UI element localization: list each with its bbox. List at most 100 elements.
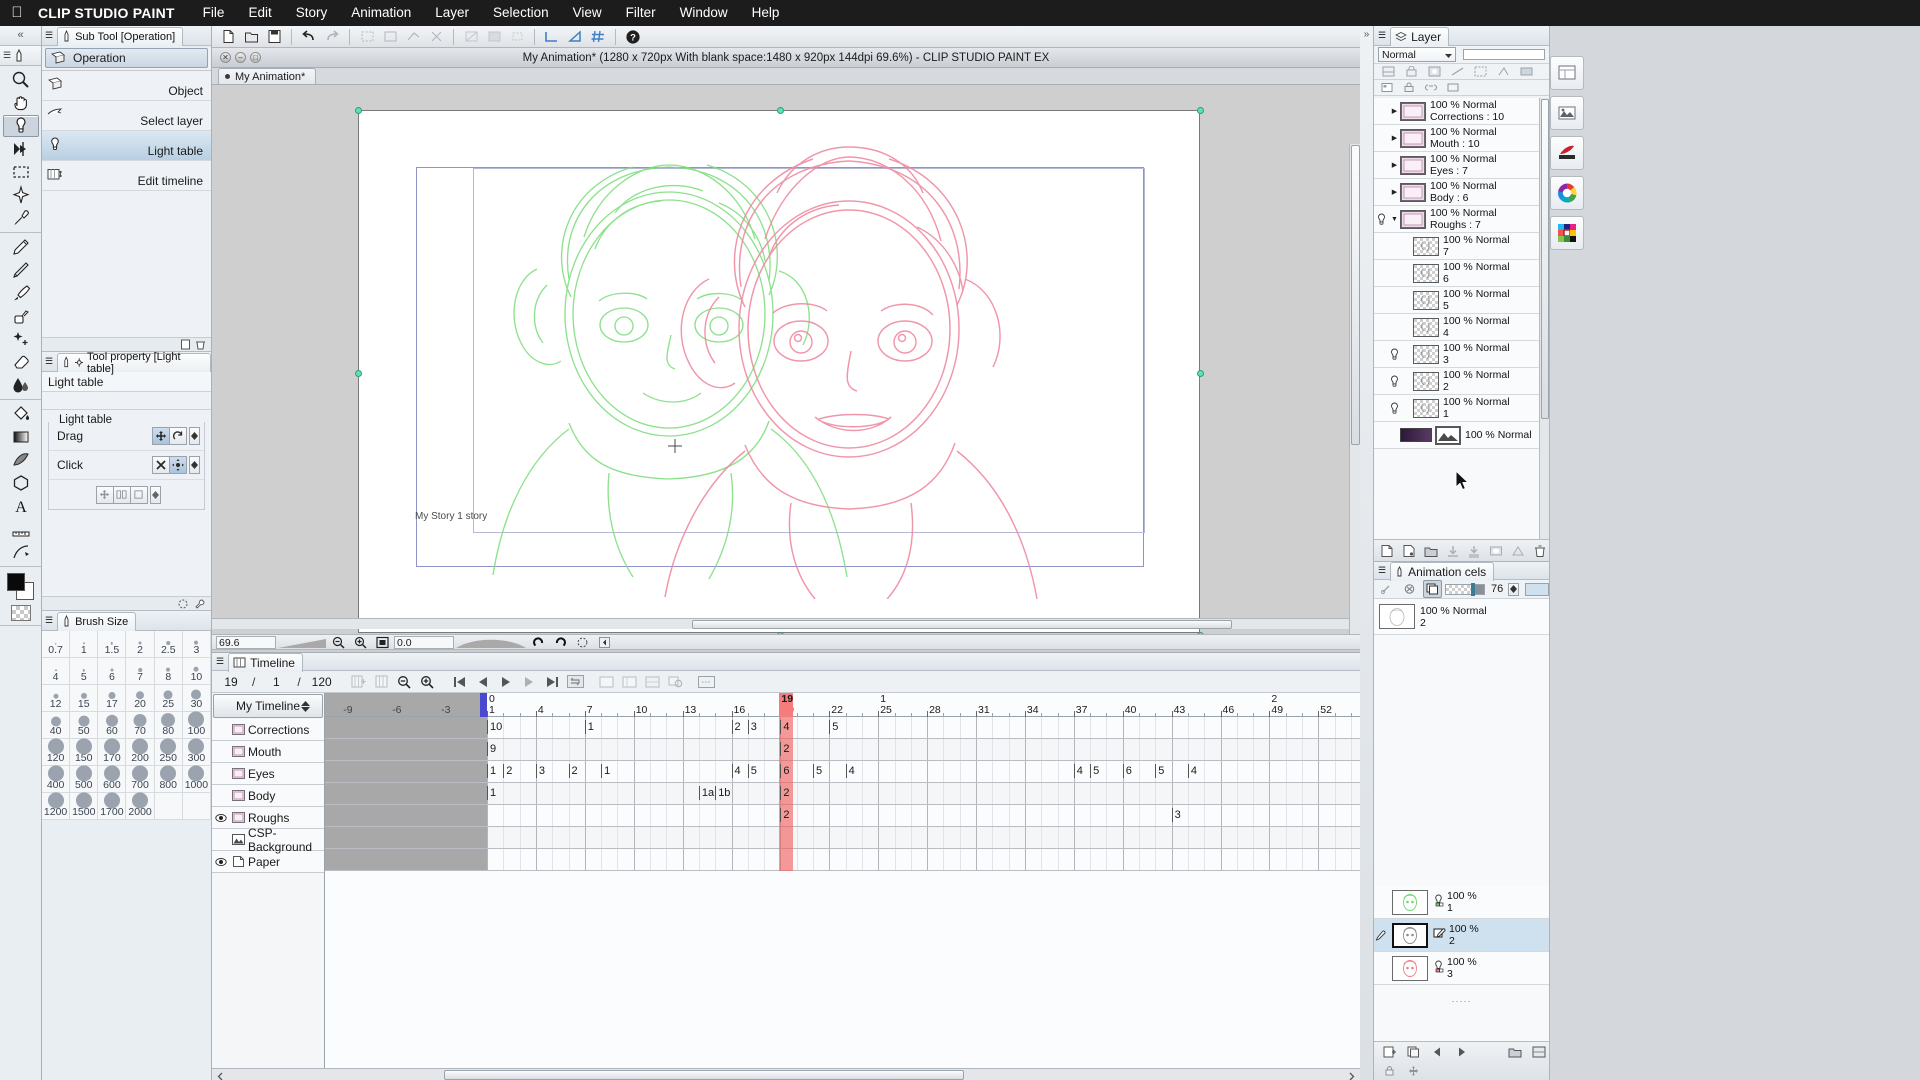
timeline-track-body[interactable]: Body (212, 785, 324, 807)
timeline-cell[interactable]: 1b (715, 786, 730, 800)
delete-subtool-icon[interactable] (195, 339, 206, 350)
ruler-snap-icon[interactable] (542, 28, 562, 46)
tab-timeline[interactable]: Timeline (228, 652, 303, 672)
timeline-playhead-head[interactable]: 19 (779, 693, 794, 717)
timeline-row-roughs[interactable]: 23 (325, 805, 1360, 827)
fit-to-screen-icon[interactable] (372, 633, 392, 651)
brush-size-60[interactable]: 60 (98, 712, 127, 739)
chevron-right-icon[interactable]: ▶ (1389, 134, 1400, 142)
light-table-extra-options[interactable] (95, 485, 161, 504)
brush-size-250[interactable]: 250 (154, 738, 183, 766)
timeline-cell[interactable]: 4 (845, 764, 855, 778)
status-collapse-icon[interactable] (594, 633, 614, 651)
layer-visibility-icon[interactable] (1387, 375, 1402, 388)
timeline-current-frame[interactable]: 19 (220, 675, 242, 689)
light-table-clear-icon[interactable] (1400, 580, 1420, 598)
brush-size-10[interactable]: 10 (182, 658, 211, 685)
zoom-value-field[interactable]: 69.6 (216, 635, 276, 649)
next-cel-icon[interactable] (1451, 1043, 1471, 1061)
brush-size-2.5[interactable]: 2.5 (154, 631, 183, 658)
wrench-icon[interactable] (194, 598, 206, 610)
eyedropper-tool[interactable] (3, 207, 39, 229)
invert-selection-icon[interactable] (403, 28, 423, 46)
zoom-in-icon[interactable] (350, 633, 370, 651)
timeline-selector[interactable]: My Timeline (213, 694, 323, 718)
onion-skin-toggle-icon[interactable] (1422, 580, 1443, 598)
layer-row[interactable]: 100 % Normal 2 (1374, 368, 1549, 395)
layer-thumbnail[interactable] (1400, 101, 1426, 121)
brush-size-800[interactable]: 800 (154, 765, 183, 793)
layer-list-scrollbar[interactable] (1539, 98, 1549, 539)
layer-thumbnail[interactable] (1435, 425, 1461, 445)
timeline-zoom-out-icon[interactable] (395, 673, 414, 691)
tab-tool-property[interactable]: Tool property [Light table] (57, 351, 211, 375)
timeline-horizontal-scrollbar[interactable] (212, 1068, 1360, 1080)
new-timeline-icon[interactable] (349, 673, 368, 691)
brush-tool[interactable] (3, 282, 39, 304)
click-delete-icon[interactable] (152, 456, 170, 474)
lt-scale-icon[interactable] (129, 485, 148, 504)
rotation-slider[interactable] (456, 636, 526, 649)
layer-thumbnail[interactable] (1400, 182, 1426, 202)
correct-line-tool[interactable] (3, 541, 39, 563)
new-subtool-icon[interactable] (180, 339, 191, 350)
menu-item-view[interactable]: View (561, 0, 614, 26)
scale-rotate-icon[interactable] (507, 28, 527, 46)
timeline-ruler[interactable]: -9-6-30121471013161922252831343740434649… (325, 693, 1360, 717)
rotate-left-icon[interactable] (528, 633, 548, 651)
timeline-cell[interactable]: 2 (568, 764, 578, 778)
menu-item-story[interactable]: Story (284, 0, 340, 26)
sub-tool-item-light-table[interactable]: Light table (42, 131, 211, 161)
canvas-vertical-scrollbar[interactable] (1349, 144, 1360, 648)
save-file-icon[interactable] (264, 28, 284, 46)
chevron-down-icon[interactable]: ▼ (1389, 216, 1400, 223)
timeline-cell[interactable]: 1 (601, 764, 610, 778)
previous-cel-icon[interactable] (1427, 1043, 1447, 1061)
brush-size-1.5[interactable]: 1.5 (98, 631, 127, 658)
brush-size-5[interactable]: 5 (70, 658, 99, 685)
tab-brush-size[interactable]: Brush Size (57, 611, 137, 631)
layer-color-icon[interactable] (1516, 63, 1536, 81)
selection-border-icon[interactable] (426, 28, 446, 46)
brush-size-8[interactable]: 8 (154, 658, 183, 685)
timeline-cell[interactable]: 1 (487, 764, 496, 778)
transform-handle-tc[interactable] (777, 107, 784, 114)
brush-size-menu-icon[interactable]: ☰ (45, 615, 53, 626)
fill-selection-icon[interactable] (484, 28, 504, 46)
quick-access-icon[interactable] (1550, 136, 1584, 170)
right-panel-collapse[interactable]: » (1360, 26, 1374, 1080)
cel-opacity-slider[interactable] (1445, 582, 1486, 596)
lt-move-icon[interactable] (95, 485, 114, 504)
loop-playback-icon[interactable] (566, 673, 585, 691)
lt-extra-spinner[interactable] (149, 485, 161, 504)
menu-item-window[interactable]: Window (668, 0, 740, 26)
timeline-selector-spinner[interactable] (301, 700, 310, 712)
new-raster-layer-icon[interactable] (1378, 542, 1397, 560)
brush-size-6[interactable]: 6 (98, 658, 127, 685)
operation-tool[interactable] (2, 115, 39, 137)
timeline-cell[interactable]: 5 (1155, 764, 1164, 778)
timeline-cell[interactable]: 5 (747, 764, 757, 778)
menu-item-selection[interactable]: Selection (481, 0, 561, 26)
brush-size-150[interactable]: 150 (70, 738, 99, 766)
tool-property-menu-icon[interactable]: ☰ (45, 356, 53, 367)
color-set-icon[interactable] (1550, 216, 1584, 250)
brush-size-12[interactable]: 12 (42, 685, 71, 712)
timeline-cell[interactable]: 5 (1090, 764, 1099, 778)
timeline-options-icon[interactable] (697, 673, 716, 691)
timeline-track-csp-background[interactable]: CSP-Background (212, 826, 324, 854)
menu-item-help[interactable]: Help (740, 0, 792, 26)
brush-size-300[interactable]: 300 (182, 738, 211, 766)
brush-size-0.7[interactable]: 0.7 (42, 631, 71, 658)
layer-thumbnail[interactable] (1400, 155, 1426, 175)
layer-thumbnail[interactable] (1413, 236, 1439, 256)
brush-size-100[interactable]: 100 (182, 711, 211, 739)
animation-cel-row[interactable]: 100 % 2 (1374, 919, 1549, 952)
layer-group-icon[interactable] (1443, 79, 1463, 97)
figure-tool[interactable] (3, 449, 39, 471)
undo-icon[interactable] (299, 28, 319, 46)
layer-visibility-icon[interactable] (1387, 402, 1402, 415)
onion-skin-icon[interactable] (666, 673, 685, 691)
layer-row[interactable]: 100 % Normal 4 (1374, 314, 1549, 341)
cel-color-swatch[interactable] (1525, 582, 1549, 596)
